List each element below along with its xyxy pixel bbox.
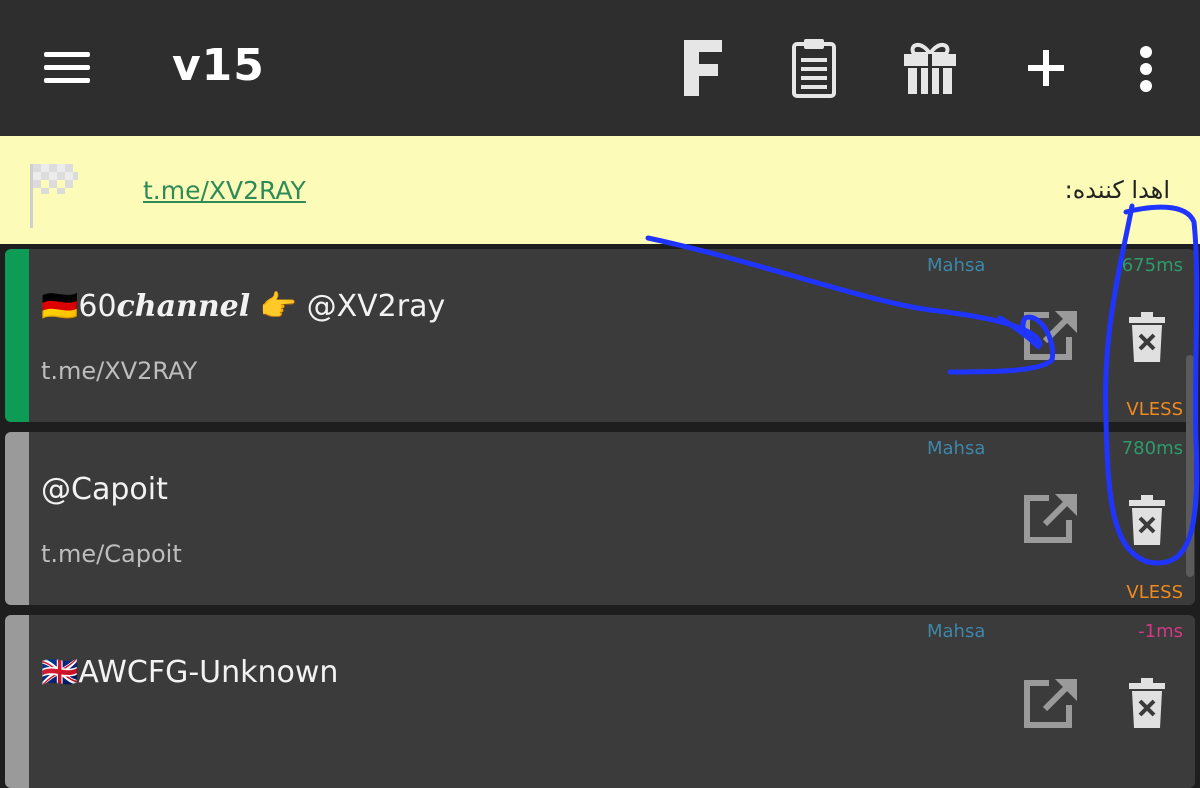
scrollbar[interactable] xyxy=(1186,355,1194,577)
share-icon[interactable] xyxy=(1019,675,1081,733)
delete-icon[interactable] xyxy=(1127,677,1167,729)
server-subtitle: t.me/Capoit xyxy=(41,540,182,568)
donor-banner: t.me/XV2RAY اهدا کننده: xyxy=(0,136,1200,244)
donor-label: اهدا کننده: xyxy=(1064,176,1170,204)
fragment-icon[interactable] xyxy=(672,36,736,100)
server-type: VLESS xyxy=(1126,582,1183,603)
checkered-flag-icon xyxy=(26,160,82,230)
server-item[interactable]: 🇩🇪60channel 👉 @XV2ray t.me/XV2RAY Mahsa … xyxy=(5,249,1195,422)
selection-stripe xyxy=(5,432,29,605)
app-bar: v15 xyxy=(0,0,1200,136)
server-group: Mahsa xyxy=(927,255,986,276)
server-delay: 675ms xyxy=(1121,255,1183,276)
selection-stripe xyxy=(5,249,29,422)
delete-icon[interactable] xyxy=(1127,311,1167,363)
plus-icon[interactable] xyxy=(1014,36,1078,100)
server-item[interactable]: @Capoit t.me/Capoit Mahsa 780ms VLESS xyxy=(5,432,1195,605)
share-icon[interactable] xyxy=(1019,307,1081,365)
server-name: 🇩🇪60channel 👉 @XV2ray xyxy=(41,289,446,324)
share-icon[interactable] xyxy=(1019,490,1081,548)
more-vert-icon[interactable] xyxy=(1114,36,1178,100)
server-group: Mahsa xyxy=(927,438,986,459)
selection-stripe xyxy=(5,615,29,788)
delete-icon[interactable] xyxy=(1127,494,1167,546)
gift-icon[interactable] xyxy=(898,36,962,100)
server-delay: 780ms xyxy=(1121,438,1183,459)
server-name: 🇬🇧AWCFG-Unknown xyxy=(41,655,339,690)
server-group: Mahsa xyxy=(927,621,986,642)
menu-icon[interactable] xyxy=(40,48,94,88)
donor-link[interactable]: t.me/XV2RAY xyxy=(143,176,306,205)
clipboard-icon[interactable] xyxy=(782,36,846,100)
server-delay: -1ms xyxy=(1138,621,1183,642)
app-title: v15 xyxy=(172,40,265,91)
server-subtitle: t.me/XV2RAY xyxy=(41,357,198,385)
server-type: VLESS xyxy=(1126,399,1183,420)
server-item[interactable]: 🇬🇧AWCFG-Unknown Mahsa -1ms xyxy=(5,615,1195,788)
server-name: @Capoit xyxy=(41,472,168,507)
